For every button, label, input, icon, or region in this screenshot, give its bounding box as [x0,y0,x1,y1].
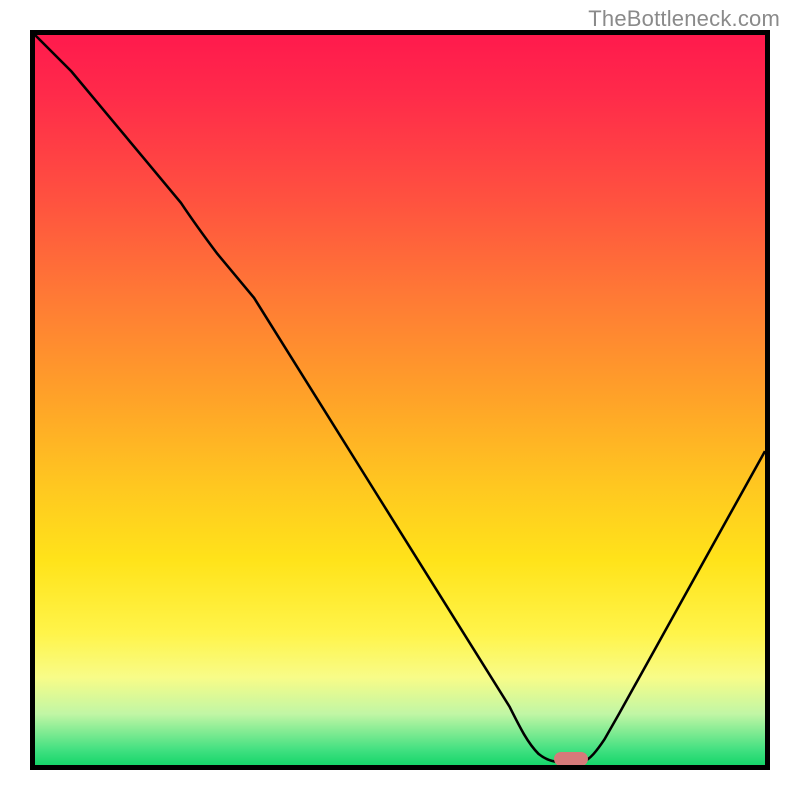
chart-root: TheBottleneck.com [0,0,800,800]
optimal-marker [554,752,588,766]
bottleneck-curve [35,35,765,762]
curve-layer [35,35,765,765]
axis-bottom [30,765,770,770]
axis-top [30,30,770,35]
axis-left [30,30,35,770]
attribution-text: TheBottleneck.com [588,6,780,32]
axis-right [765,30,770,770]
